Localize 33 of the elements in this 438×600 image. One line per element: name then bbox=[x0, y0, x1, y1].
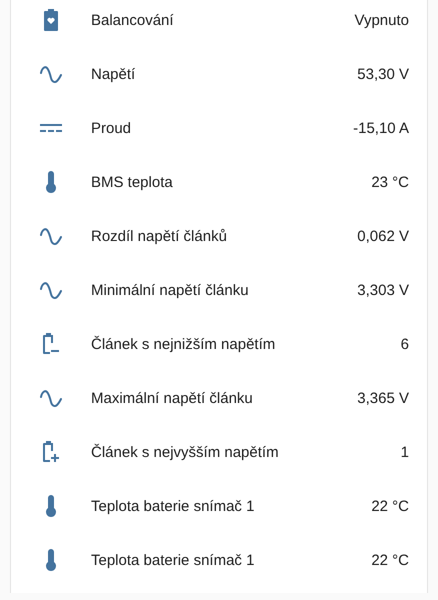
battery-heart-icon bbox=[44, 9, 58, 31]
sine-wave-icon bbox=[39, 227, 63, 245]
row-value: 3,303 V bbox=[357, 282, 409, 298]
row-label: Článek s nejnižším napětím bbox=[91, 336, 276, 352]
row-value: 53,30 V bbox=[357, 66, 409, 82]
row-label: Balancování bbox=[91, 12, 175, 28]
sine-wave-icon bbox=[39, 65, 63, 83]
row-value: 22 °C bbox=[371, 498, 409, 514]
thermometer-icon bbox=[45, 171, 57, 193]
row-label: BMS teplota bbox=[91, 174, 174, 190]
sine-wave-icon bbox=[39, 389, 63, 407]
row-value: 1 bbox=[400, 444, 409, 460]
row-label: Maximální napětí článku bbox=[91, 390, 254, 406]
row-value: 3,365 V bbox=[357, 390, 409, 406]
thermometer-icon bbox=[45, 495, 57, 517]
row-value: 22 °C bbox=[371, 552, 409, 568]
row-label: Rozdíl napětí článků bbox=[91, 228, 228, 244]
dc-current-icon bbox=[40, 124, 62, 132]
row-label: Teplota baterie snímač 1 bbox=[91, 498, 256, 514]
battery-minus-icon bbox=[42, 333, 60, 355]
row-label: Minimální napětí článku bbox=[91, 282, 250, 298]
row-value: 0,062 V bbox=[357, 228, 409, 244]
row-label: Proud bbox=[91, 120, 132, 136]
row-value: Vypnuto bbox=[354, 12, 409, 28]
row-value: 23 °C bbox=[371, 174, 409, 190]
row-value: 6 bbox=[400, 336, 409, 352]
row-value: -15,10 A bbox=[353, 120, 409, 136]
row-label: Teplota baterie snímač 1 bbox=[91, 552, 256, 568]
sine-wave-icon bbox=[39, 281, 63, 299]
row-label: Napětí bbox=[91, 66, 136, 82]
thermometer-icon bbox=[45, 549, 57, 571]
battery-plus-icon bbox=[42, 441, 60, 463]
row-label: Článek s nejvyšším napětím bbox=[91, 444, 280, 460]
